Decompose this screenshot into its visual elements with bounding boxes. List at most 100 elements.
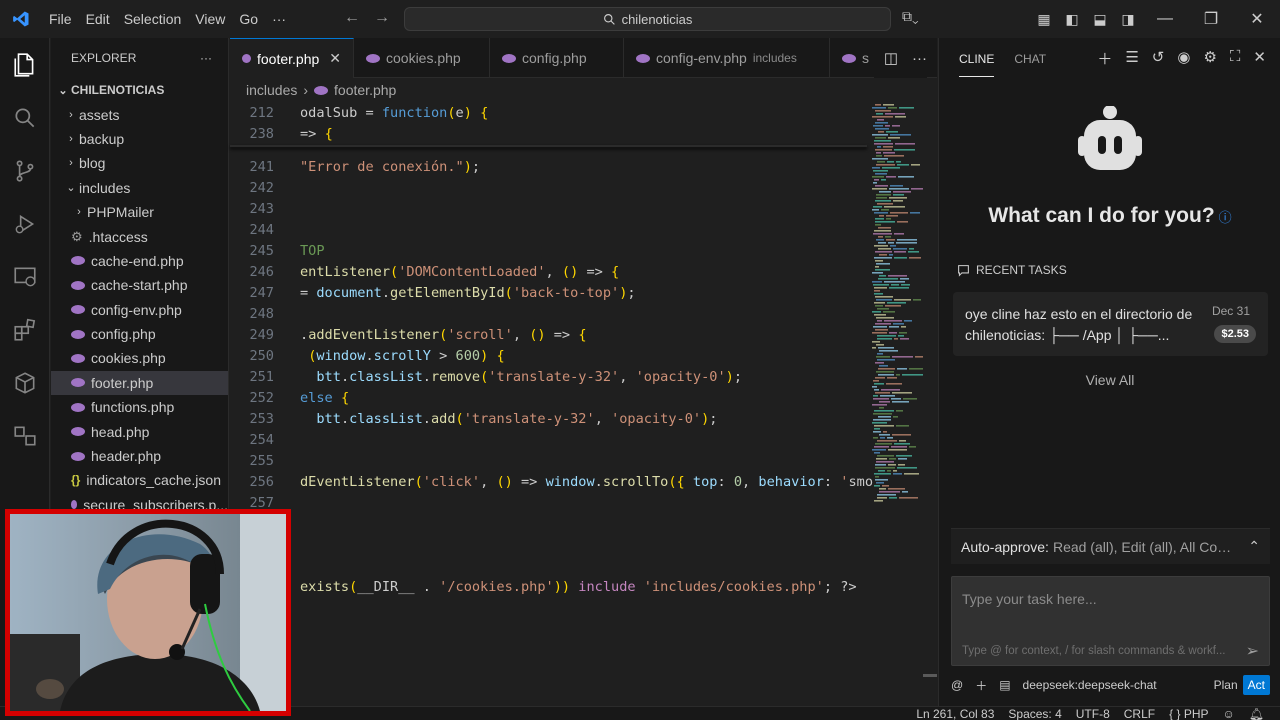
split-editor-icon[interactable]: ◫ xyxy=(884,49,898,67)
explorer-more-icon[interactable]: ··· xyxy=(200,51,212,65)
more-actions-icon[interactable]: ··· xyxy=(912,50,927,67)
tab-cline[interactable]: CLINE xyxy=(959,40,995,77)
toggle-sidebar-icon[interactable]: ◧ xyxy=(1058,11,1086,28)
code-line[interactable]: 256 dEventListener('click', () => window.… xyxy=(230,471,873,492)
minimize-icon[interactable]: — xyxy=(1142,10,1188,28)
code-line[interactable]: 248 xyxy=(230,303,274,324)
search-sidebar-icon[interactable] xyxy=(0,91,50,144)
account-icon[interactable]: ◉ xyxy=(1177,48,1190,69)
indentation[interactable]: Spaces: 4 xyxy=(1008,707,1061,720)
restore-icon[interactable]: ❐ xyxy=(1188,9,1234,29)
tree-item[interactable]: footer.php xyxy=(51,370,228,396)
sticky-scroll-line[interactable]: 212 odalSub = function(e) { xyxy=(230,102,867,123)
remote-explorer-icon[interactable] xyxy=(0,250,50,303)
tab-chat[interactable]: CHAT xyxy=(1014,40,1046,76)
act-mode-toggle[interactable]: Act xyxy=(1242,675,1270,695)
tree-item[interactable]: head.php xyxy=(51,419,228,443)
run-debug-icon[interactable] xyxy=(0,197,50,250)
code-line[interactable]: 249 .addEventListener('scroll', () => { xyxy=(230,324,586,345)
tree-item[interactable]: cache-start.php xyxy=(51,273,228,297)
close-panel-icon[interactable]: ✕ xyxy=(1253,48,1266,69)
at-mention-icon[interactable]: @ xyxy=(951,678,963,692)
code-line[interactable]: 245 TOP xyxy=(230,240,324,261)
code-line[interactable]: 255 xyxy=(230,450,274,471)
breadcrumb-file[interactable]: footer.php xyxy=(334,82,396,98)
menu-selection[interactable]: Selection xyxy=(117,0,189,38)
tree-item[interactable]: › assets xyxy=(51,102,228,126)
tree-item[interactable]: cookies.php xyxy=(51,346,228,370)
menu-file[interactable]: File xyxy=(42,0,79,38)
tab-config-env-php[interactable]: config-env.php includes xyxy=(624,38,830,78)
chevron-up-icon[interactable]: ⌃ xyxy=(1248,538,1260,555)
tab-footer-php[interactable]: footer.php ✕ xyxy=(230,38,354,78)
toggle-panel-icon[interactable]: ⬓ xyxy=(1086,11,1114,28)
explorer-icon[interactable] xyxy=(0,38,50,91)
minimap[interactable] xyxy=(870,102,925,512)
sticky-scroll-line[interactable]: 238 => { xyxy=(230,123,867,144)
plan-mode-toggle[interactable]: Plan xyxy=(1209,675,1243,695)
code-line[interactable]: 247 = document.getElementById('back-to-to… xyxy=(230,282,635,303)
close-tab-icon[interactable]: ✕ xyxy=(329,50,341,67)
cline-sidebar-icon[interactable] xyxy=(0,409,50,462)
menu-go[interactable]: Go xyxy=(232,0,265,38)
extensions-icon[interactable] xyxy=(0,303,50,356)
source-control-icon[interactable] xyxy=(0,144,50,197)
tree-item[interactable]: {} indicators_cache.json xyxy=(51,468,228,492)
model-selector[interactable]: deepseek:deepseek-chat xyxy=(1023,678,1157,692)
cursor-position[interactable]: Ln 261, Col 83 xyxy=(916,707,994,720)
copilot-status-icon[interactable]: ☺ xyxy=(1223,707,1235,720)
menu-more[interactable]: ··· xyxy=(265,0,293,38)
tree-item[interactable]: › blog xyxy=(51,151,228,175)
code-line[interactable]: 251 btt.classList.remove('translate-y-32… xyxy=(230,366,742,387)
auto-approve-bar[interactable]: Auto-approve: Read (all), Edit (all), Al… xyxy=(951,528,1270,564)
code-line[interactable]: 246 entListener('DOMContentLoaded', () =>… xyxy=(230,261,619,282)
breadcrumb-folder[interactable]: includes xyxy=(246,82,297,98)
tree-item[interactable]: config.php xyxy=(51,322,228,346)
encoding[interactable]: UTF-8 xyxy=(1076,707,1110,720)
tree-item[interactable]: › PHPMailer xyxy=(51,200,228,224)
tab-config-php[interactable]: config.php xyxy=(490,38,624,78)
info-icon[interactable]: ⓘ xyxy=(1219,210,1232,225)
notifications-icon[interactable]: 🔔︎ xyxy=(1249,707,1264,720)
code-line[interactable]: 252 else { xyxy=(230,387,349,408)
end-of-line[interactable]: CRLF xyxy=(1124,707,1155,720)
code-line[interactable]: 243 xyxy=(230,198,274,219)
tree-item[interactable]: cache-end.php xyxy=(51,249,228,273)
forward-arrow-icon[interactable]: → xyxy=(374,9,390,27)
menu-edit[interactable]: Edit xyxy=(79,0,117,38)
containers-icon[interactable] xyxy=(0,356,50,409)
add-context-icon[interactable]: ＋ xyxy=(975,677,987,694)
view-all-button[interactable]: View All xyxy=(939,372,1280,388)
code-line[interactable]: 242 xyxy=(230,177,274,198)
mcp-servers-icon[interactable]: ☰ xyxy=(1125,48,1138,69)
copilot-icon[interactable]: ⧉⌄ xyxy=(902,8,919,25)
language-mode[interactable]: { } PHP xyxy=(1169,707,1208,720)
tab-cookies-php[interactable]: cookies.php xyxy=(354,38,490,78)
tree-item[interactable]: › backup xyxy=(51,127,228,151)
tree-item[interactable]: ⌄ includes xyxy=(51,176,228,200)
send-icon[interactable]: ➢ xyxy=(1246,641,1259,661)
tree-item[interactable]: config-env.php xyxy=(51,298,228,322)
history-icon[interactable]: ↺ xyxy=(1152,48,1165,69)
tree-item[interactable]: functions.php xyxy=(51,395,228,419)
code-line[interactable]: 253 btt.classList.add('translate-y-32', … xyxy=(230,408,717,429)
plus-icon[interactable]: ＋ xyxy=(1097,48,1112,69)
back-arrow-icon[interactable]: ← xyxy=(344,9,360,27)
popout-icon[interactable]: ⛶ xyxy=(1230,48,1241,69)
tree-item[interactable]: header.php xyxy=(51,444,228,468)
menu-view[interactable]: View xyxy=(188,0,232,38)
recent-task-card[interactable]: oye cline haz esto en el directorio de c… xyxy=(953,292,1268,356)
tree-item[interactable]: ⚙ .htaccess xyxy=(51,224,228,248)
task-input[interactable]: Type your task here... Type @ for contex… xyxy=(951,576,1270,666)
tree-root[interactable]: ⌄ CHILENOTICIAS xyxy=(51,78,228,102)
command-center-search[interactable]: chilenoticias xyxy=(404,7,891,31)
code-line[interactable]: 254 xyxy=(230,429,274,450)
code-line[interactable]: 241 "Error de conexión."); xyxy=(230,156,480,177)
scrollbar-indicator[interactable] xyxy=(923,674,937,677)
code-line[interactable]: 250 (window.scrollY > 600) { xyxy=(230,345,504,366)
close-window-icon[interactable]: ✕ xyxy=(1234,9,1280,29)
settings-gear-icon[interactable]: ⚙ xyxy=(1203,48,1216,69)
customize-layout-icon[interactable]: ▦ xyxy=(1030,11,1058,28)
toggle-secondary-sidebar-icon[interactable]: ◨ xyxy=(1114,11,1142,28)
code-line[interactable]: 244 xyxy=(230,219,274,240)
